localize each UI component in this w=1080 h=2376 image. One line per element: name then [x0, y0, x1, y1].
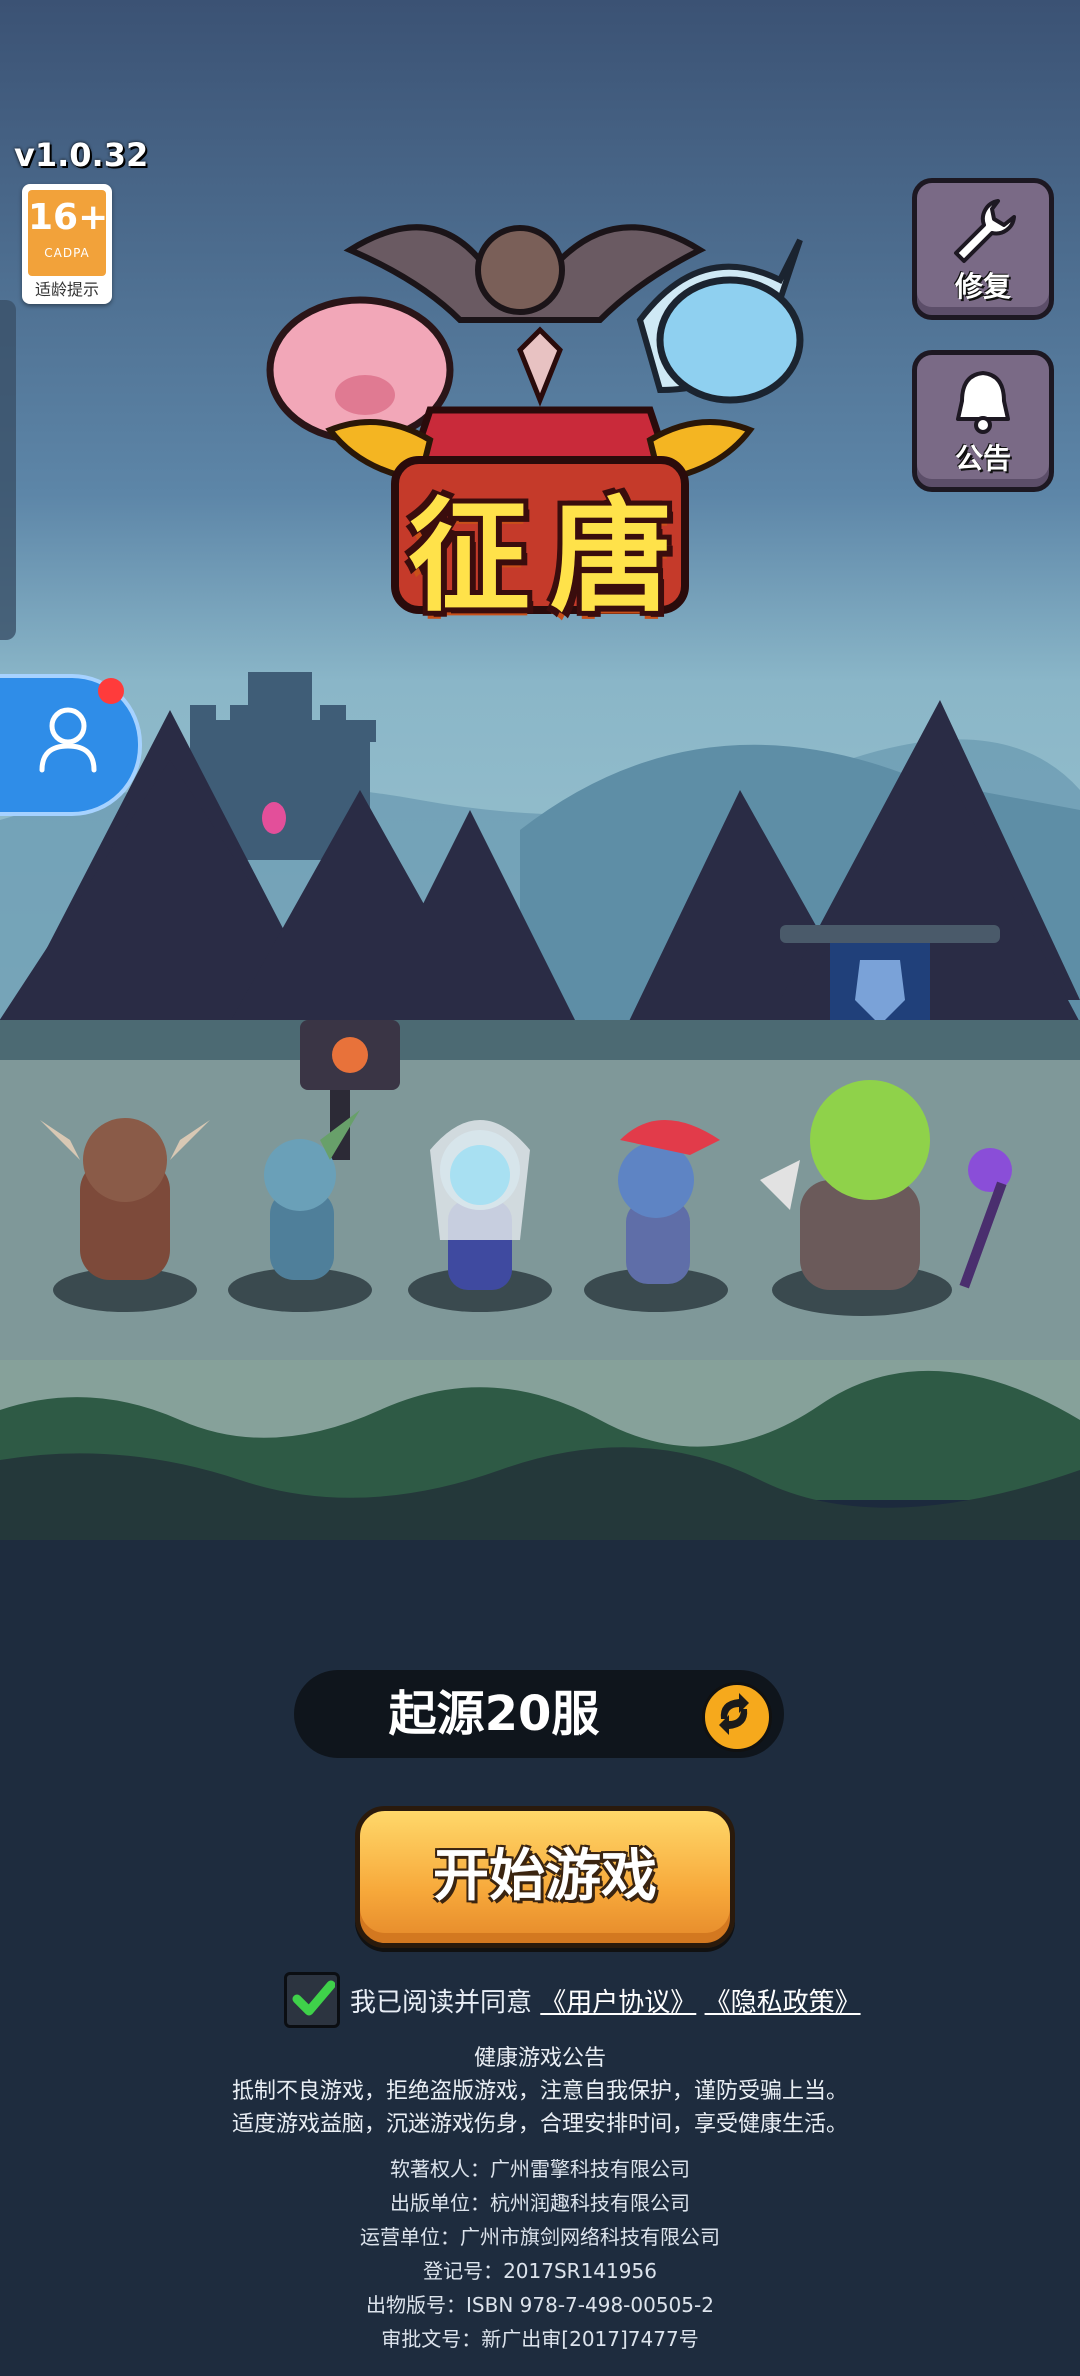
- logo-title-char-1: 征: [408, 486, 530, 628]
- credit-registration: 登记号：2017SR141956: [423, 2259, 657, 2283]
- bell-icon: [956, 371, 1010, 434]
- credit-approval: 审批文号：新广出审[2017]7477号: [381, 2327, 699, 2351]
- notice-button[interactable]: 公告: [912, 350, 1054, 492]
- agreement-text: 我已阅读并同意 《用户协议》 《隐私政策》: [350, 1982, 861, 2019]
- user-agreement-link[interactable]: 《用户协议》: [540, 1988, 696, 2018]
- age-rating-org: CADPA: [44, 246, 90, 260]
- start-game-button[interactable]: 开始游戏: [355, 1806, 735, 1948]
- version-label: v1.0.32: [14, 136, 149, 174]
- wrench-icon: [954, 199, 1016, 263]
- server-selector[interactable]: 起源20服: [294, 1670, 784, 1758]
- swap-icon: [719, 1693, 749, 1735]
- health-notice-line-1: 抵制不良游戏，拒绝盗版游戏，注意自我保护，谨防受骗上当。: [231, 2079, 848, 2104]
- side-drawer-tab[interactable]: [0, 300, 16, 640]
- repair-label: 修复: [954, 270, 1011, 303]
- credit-isbn: 出物版号：ISBN 978-7-498-00505-2: [366, 2293, 714, 2317]
- notification-dot: [98, 678, 124, 704]
- credit-operator: 运营单位：广州市旗剑网络科技有限公司: [360, 2225, 720, 2249]
- age-rating-number: 16+: [28, 197, 109, 238]
- repair-button[interactable]: 修复: [912, 178, 1054, 320]
- server-name: 起源20服: [388, 1686, 600, 1742]
- credit-publisher: 出版单位：杭州润趣科技有限公司: [390, 2191, 690, 2215]
- age-rating-tip: 适龄提示: [34, 280, 99, 299]
- user-center-button[interactable]: [0, 674, 142, 816]
- health-notice-title: 健康游戏公告: [473, 2046, 606, 2071]
- start-game-label: 开始游戏: [433, 1844, 657, 1909]
- health-notice-line-2: 适度游戏益脑，沉迷游戏伤身，合理安排时间，享受健康生活。: [231, 2112, 848, 2137]
- agreement-checkbox[interactable]: [284, 1972, 340, 2028]
- notice-label: 公告: [954, 442, 1011, 475]
- age-rating-badge[interactable]: 16+ CADPA 适龄提示: [22, 184, 112, 304]
- agreement-prefix: 我已阅读并同意: [350, 1988, 533, 2018]
- age-rating-inner: 16+ CADPA: [28, 190, 109, 276]
- logo-title-char-2: 唐: [550, 486, 672, 628]
- privacy-policy-link[interactable]: 《隐私政策》: [705, 1988, 861, 2018]
- credit-copyright: 软著权人：广州雷擎科技有限公司: [390, 2157, 690, 2181]
- user-icon: [39, 707, 97, 773]
- check-icon: [292, 1980, 335, 2016]
- credits: 软著权人：广州雷擎科技有限公司 出版单位：杭州润趣科技有限公司 运营单位：广州市…: [0, 2152, 1080, 2356]
- swap-server-button[interactable]: [702, 1682, 772, 1752]
- health-notice: 健康游戏公告 抵制不良游戏，拒绝盗版游戏，注意自我保护，谨防受骗上当。 适度游戏…: [0, 2042, 1080, 2141]
